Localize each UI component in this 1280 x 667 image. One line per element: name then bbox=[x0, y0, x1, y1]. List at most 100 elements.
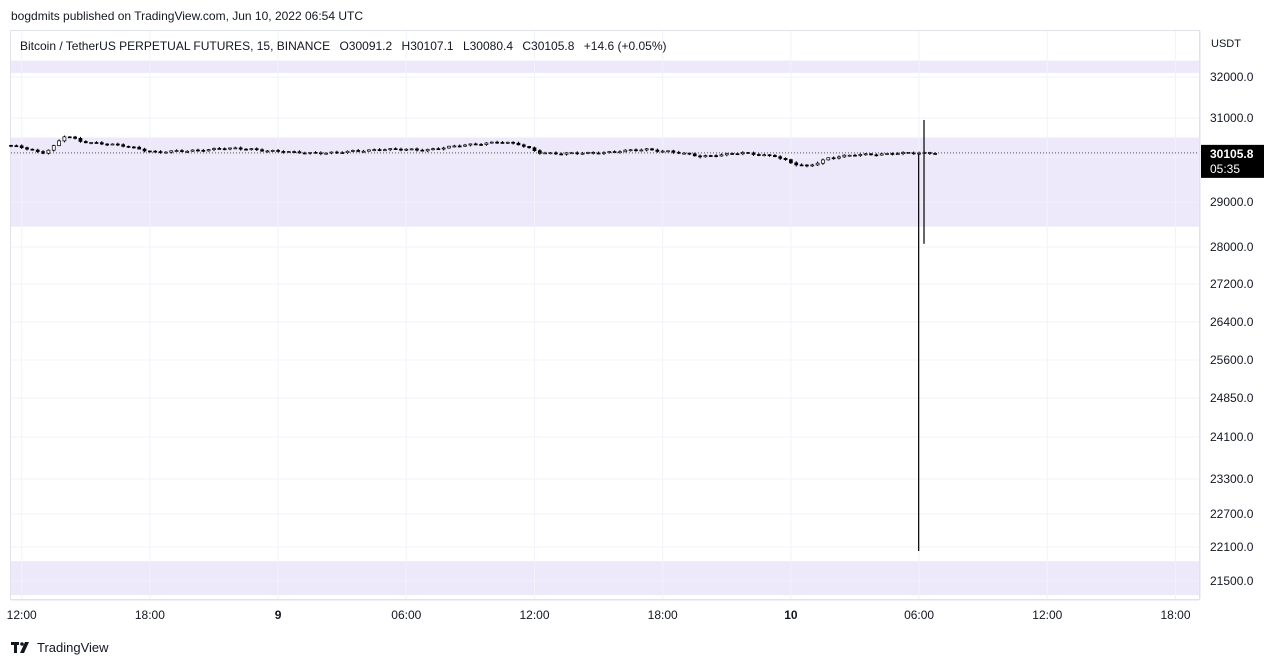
candle-body bbox=[773, 155, 777, 158]
candle-body bbox=[393, 148, 398, 150]
candle-body bbox=[778, 156, 783, 159]
time-tick-label: 06:00 bbox=[904, 608, 934, 622]
candle-body bbox=[115, 143, 120, 146]
open-value: 30091.2 bbox=[348, 39, 393, 53]
candle-body bbox=[137, 146, 142, 150]
candle-body bbox=[521, 144, 526, 147]
candle-body bbox=[933, 153, 937, 155]
candle-body bbox=[431, 148, 435, 151]
candle-body bbox=[847, 154, 852, 157]
candle-body bbox=[767, 154, 772, 157]
candle-body bbox=[436, 148, 441, 151]
candle-body bbox=[628, 149, 633, 152]
close-label: C bbox=[522, 39, 532, 53]
candle-body bbox=[425, 148, 430, 152]
candle-body bbox=[794, 162, 799, 166]
candle-body bbox=[457, 145, 462, 148]
candle-body bbox=[698, 155, 702, 158]
price-tick-label: 28000.0 bbox=[1210, 240, 1254, 254]
candle-body bbox=[527, 146, 531, 149]
low-label: L bbox=[462, 39, 470, 53]
candle-body bbox=[132, 146, 136, 149]
price-scale-currency: USDT bbox=[1211, 38, 1241, 50]
candle-body bbox=[153, 150, 158, 153]
candle-body bbox=[842, 154, 847, 158]
time-tick-label: 12:00 bbox=[7, 608, 37, 622]
candle-body bbox=[121, 144, 126, 147]
candle-body bbox=[14, 145, 19, 148]
candle-body bbox=[78, 138, 83, 142]
candle-body bbox=[276, 150, 280, 152]
candle-body bbox=[623, 149, 628, 153]
candle-body bbox=[869, 153, 873, 156]
candle-body bbox=[254, 148, 259, 151]
price-tick-label: 21500.0 bbox=[1210, 574, 1254, 588]
candle-body bbox=[714, 155, 718, 157]
candle-body bbox=[692, 153, 697, 157]
candle-body bbox=[447, 145, 451, 149]
candle-body bbox=[634, 149, 638, 152]
candle-body bbox=[89, 142, 93, 144]
candle-body bbox=[500, 142, 505, 144]
candle-body bbox=[559, 153, 564, 156]
candle-body bbox=[890, 153, 895, 155]
candle-body bbox=[196, 149, 200, 152]
candle-body bbox=[383, 149, 387, 152]
candle-body bbox=[826, 157, 831, 161]
close-value: 30105.8 bbox=[531, 39, 575, 53]
candle-body bbox=[212, 148, 216, 151]
candle-body bbox=[484, 142, 489, 145]
price-chart[interactable]: USDT32000.031000.030000.029000.028000.02… bbox=[0, 0, 1280, 667]
candle-body bbox=[51, 145, 56, 151]
candle-body bbox=[105, 143, 110, 146]
candle-body bbox=[708, 155, 713, 157]
candle-body bbox=[35, 149, 40, 152]
candle-body bbox=[580, 152, 585, 155]
candle-body bbox=[505, 141, 510, 144]
time-tick-label: 9 bbox=[275, 608, 282, 622]
tradingview-logo-icon bbox=[11, 642, 29, 653]
candle-body bbox=[399, 148, 403, 151]
price-tick-label: 22700.0 bbox=[1210, 507, 1254, 521]
candle-body bbox=[185, 150, 190, 153]
candle-body bbox=[409, 148, 414, 151]
candle-body bbox=[351, 150, 355, 152]
time-tick-label: 18:00 bbox=[1160, 608, 1190, 622]
candle-body bbox=[489, 141, 494, 144]
candle-body bbox=[217, 148, 222, 150]
zone-0 bbox=[11, 137, 1199, 227]
candle-body bbox=[356, 150, 361, 152]
price-tick-label: 27200.0 bbox=[1210, 277, 1254, 291]
candle-body bbox=[404, 148, 409, 151]
candle-body bbox=[821, 159, 825, 164]
open-label: O bbox=[339, 39, 349, 53]
candle-body bbox=[67, 136, 72, 139]
candle-body bbox=[25, 147, 29, 150]
candle-body bbox=[719, 154, 724, 157]
price-tick-label: 24850.0 bbox=[1210, 391, 1254, 405]
time-tick-label: 10 bbox=[784, 608, 798, 622]
candle-body bbox=[94, 142, 99, 144]
candle-body bbox=[110, 143, 115, 146]
candle-body bbox=[57, 140, 61, 146]
candle-body bbox=[783, 158, 788, 161]
candle-body bbox=[270, 150, 275, 152]
candle-body bbox=[644, 148, 649, 151]
candle-body bbox=[789, 159, 793, 164]
candle-body bbox=[361, 150, 366, 153]
price-tick-label: 31000.0 bbox=[1210, 111, 1254, 125]
candle-body bbox=[19, 145, 24, 149]
candle-body bbox=[885, 153, 889, 155]
candle-body bbox=[377, 149, 382, 151]
candle-body bbox=[30, 148, 35, 151]
tradingview-logo[interactable]: TradingView bbox=[11, 640, 109, 655]
candle-body bbox=[639, 149, 644, 152]
candle-body bbox=[532, 147, 537, 152]
price-tick-label: 24100.0 bbox=[1210, 430, 1254, 444]
candle-body bbox=[233, 147, 238, 150]
candle-body bbox=[666, 150, 670, 153]
candle-body bbox=[703, 155, 708, 158]
zone-2 bbox=[11, 60, 1199, 73]
price-tick-label: 32000.0 bbox=[1210, 70, 1254, 84]
candle-body bbox=[756, 154, 761, 156]
